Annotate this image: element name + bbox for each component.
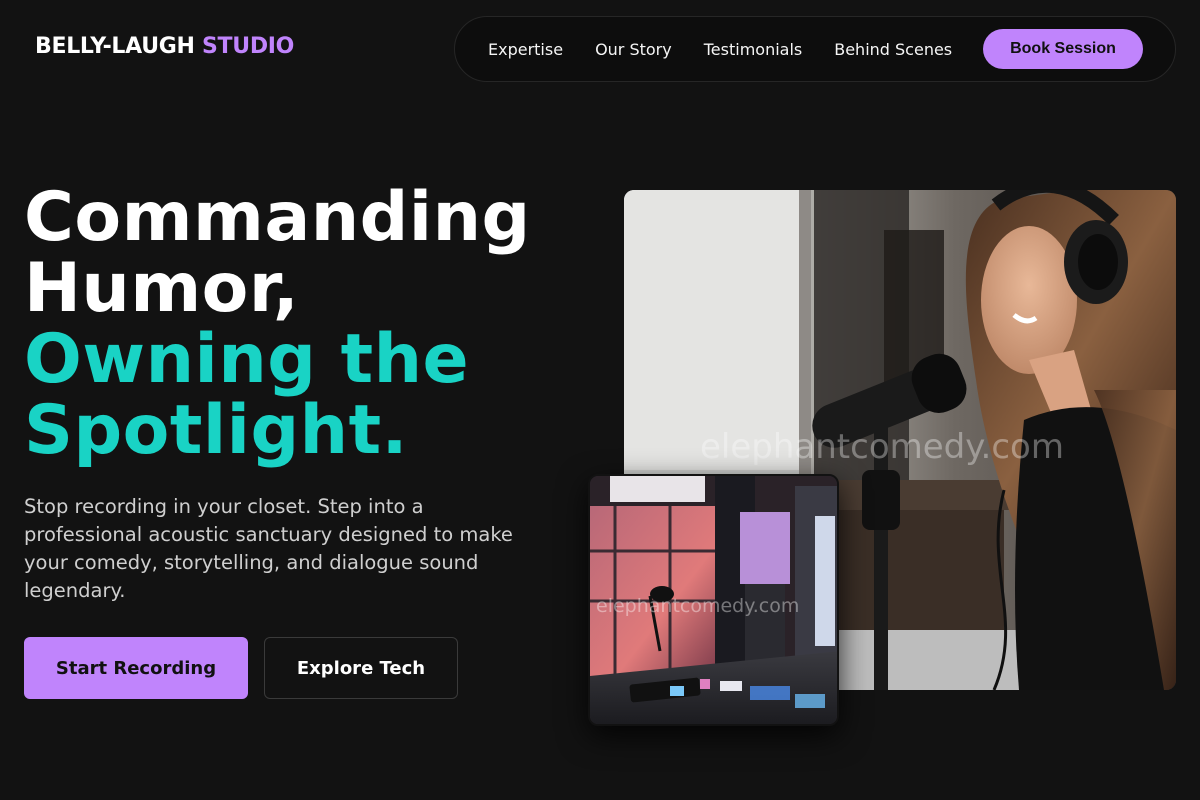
headline-line-4: Spotlight. — [24, 391, 408, 470]
headline-line-3: Owning the — [24, 320, 470, 399]
brand-logo[interactable]: BELLY-LAUGH STUDIO — [35, 34, 294, 59]
small-watermark: elephantcomedy.com — [596, 595, 799, 617]
brand-accent: STUDIO — [202, 34, 295, 59]
start-recording-button[interactable]: Start Recording — [24, 637, 248, 699]
nav-link-our-story[interactable]: Our Story — [595, 40, 672, 59]
hero-headline: Commanding Humor, Owning the Spotlight. — [24, 182, 531, 466]
explore-tech-button[interactable]: Explore Tech — [264, 637, 458, 699]
nav-link-testimonials[interactable]: Testimonials — [704, 40, 803, 59]
main-watermark: elephantcomedy.com — [700, 427, 1064, 467]
studio-illustration: elephantcomedy.com — [590, 476, 837, 724]
book-session-button[interactable]: Book Session — [983, 29, 1143, 69]
headline-line-1: Commanding — [24, 178, 531, 257]
brand-name: BELLY-LAUGH — [35, 34, 195, 59]
nav-link-behind-scenes[interactable]: Behind Scenes — [834, 40, 952, 59]
headline-line-2: Humor, — [24, 249, 300, 328]
hero-description: Stop recording in your closet. Step into… — [24, 495, 513, 602]
main-nav: Expertise Our Story Testimonials Behind … — [454, 16, 1176, 82]
studio-photo-small: elephantcomedy.com — [588, 474, 839, 726]
nav-link-expertise[interactable]: Expertise — [488, 40, 563, 59]
